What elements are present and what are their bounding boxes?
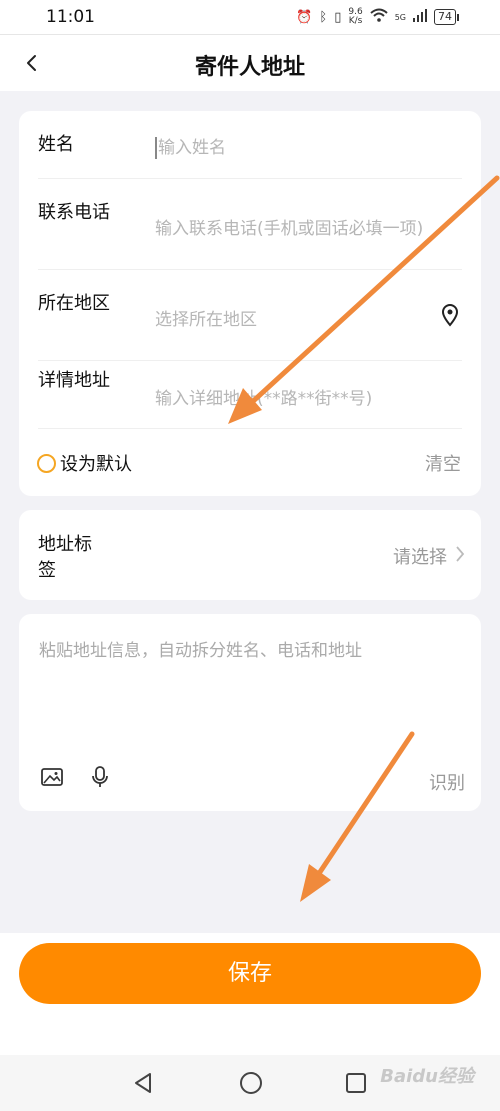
detail-input[interactable]: 输入详细地址(**路**街**号) bbox=[155, 384, 452, 409]
region-label: 所在地区 bbox=[38, 293, 110, 314]
microphone-icon[interactable] bbox=[89, 765, 111, 789]
status-bar: 11:01 ⏰ ᛒ ▯ 9.6 K/s 5G 74 bbox=[0, 0, 500, 35]
tag-select-text: 请选择 bbox=[393, 547, 447, 568]
location-pin-icon[interactable] bbox=[440, 303, 460, 331]
clear-button[interactable]: 清空 bbox=[425, 450, 461, 476]
nav-back-icon[interactable] bbox=[130, 1070, 156, 1100]
tag-label: 地址标签 bbox=[38, 534, 92, 581]
page-title: 寄件人地址 bbox=[194, 55, 305, 80]
chevron-right-icon bbox=[455, 545, 465, 568]
phone-input[interactable]: 输入联系电话(手机或固话必填一项) bbox=[155, 214, 462, 239]
bluetooth-icon: ᛒ bbox=[319, 9, 328, 25]
phone-label: 联系电话 bbox=[38, 202, 110, 223]
save-button[interactable]: 保存 bbox=[19, 943, 481, 1004]
network-type: 5G bbox=[394, 12, 406, 22]
address-tag-card[interactable]: 地址标签 请选择 bbox=[19, 510, 481, 600]
wifi-icon bbox=[370, 8, 388, 26]
detail-row: 详情地址 输入详细地址(**路**街**号) bbox=[38, 360, 462, 429]
phone-row: 联系电话 输入联系电话(手机或固话必填一项) bbox=[38, 178, 462, 270]
nav-home-icon[interactable] bbox=[238, 1070, 264, 1100]
region-select[interactable]: 选择所在地区 bbox=[155, 305, 422, 330]
paste-address-card: 粘贴地址信息，自动拆分姓名、电话和地址 识别 bbox=[19, 614, 481, 811]
network-speed: 9.6 K/s bbox=[348, 8, 362, 26]
name-input[interactable]: 输入姓名 bbox=[155, 133, 452, 159]
battery-indicator: 74 bbox=[434, 9, 459, 25]
recognize-button[interactable]: 识别 bbox=[429, 769, 465, 795]
tag-select[interactable]: 请选择 bbox=[393, 543, 465, 569]
page-header: 寄件人地址 bbox=[0, 35, 500, 91]
set-default-toggle[interactable]: 设为默认 bbox=[37, 450, 132, 476]
status-time: 11:01 bbox=[46, 7, 95, 27]
default-radio[interactable] bbox=[37, 453, 56, 473]
detail-label: 详情地址 bbox=[38, 370, 110, 391]
name-label: 姓名 bbox=[38, 134, 74, 155]
default-label: 设为默认 bbox=[60, 454, 132, 475]
watermark-logo: Baidu经验 bbox=[380, 1066, 474, 1087]
address-form-card: 姓名 输入姓名 联系电话 输入联系电话(手机或固话必填一项) 所在地区 选择所在… bbox=[19, 111, 481, 496]
region-row[interactable]: 所在地区 选择所在地区 bbox=[38, 269, 462, 361]
text-cursor bbox=[155, 137, 157, 159]
name-placeholder: 输入姓名 bbox=[158, 138, 226, 158]
speed-unit: K/s bbox=[348, 16, 363, 26]
bottom-action-bar: 保存 bbox=[0, 933, 500, 1055]
alarm-icon: ⏰ bbox=[296, 9, 313, 25]
paste-address-textarea[interactable]: 粘贴地址信息，自动拆分姓名、电话和地址 bbox=[39, 636, 461, 661]
status-icons: ⏰ ᛒ ▯ 9.6 K/s 5G 74 bbox=[296, 7, 459, 27]
image-icon[interactable] bbox=[40, 765, 64, 789]
name-row: 姓名 输入姓名 bbox=[38, 111, 462, 179]
nav-recent-apps-icon[interactable] bbox=[344, 1071, 368, 1099]
vibrate-icon: ▯ bbox=[334, 9, 342, 25]
signal-icon bbox=[413, 8, 427, 26]
